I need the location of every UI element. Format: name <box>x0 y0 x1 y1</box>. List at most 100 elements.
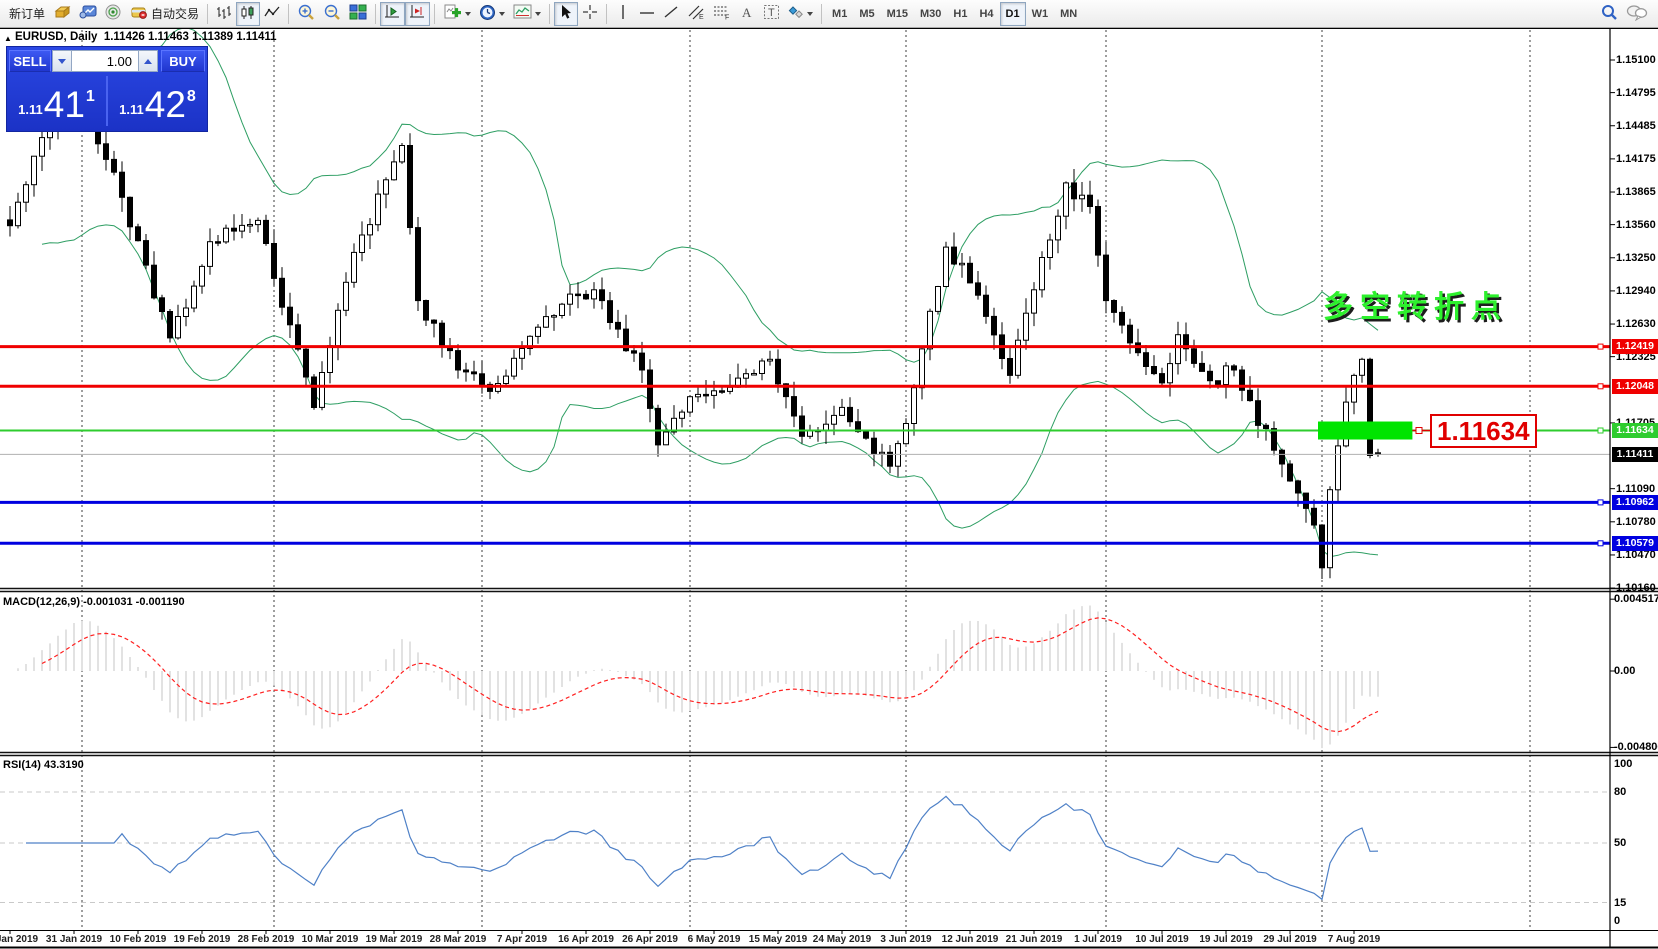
line-chart-icon <box>264 5 280 23</box>
chat-bubbles-icon <box>1626 4 1648 24</box>
templates-button[interactable] <box>509 2 545 26</box>
periods-button[interactable] <box>475 2 509 26</box>
chart-shift-button[interactable] <box>405 2 430 26</box>
text-label-tool-button[interactable]: T <box>759 2 784 26</box>
toolbar-separator <box>606 4 607 24</box>
price-axis-tick: 1.14795 <box>1616 87 1656 99</box>
date-axis-label: 7 Apr 2019 <box>497 934 547 945</box>
market-watch-button[interactable] <box>75 2 101 26</box>
timeframe-m30-button[interactable]: M30 <box>914 2 947 26</box>
bar-chart-icon <box>216 5 232 23</box>
timeframe-h1-button[interactable]: H1 <box>947 2 973 26</box>
volume-decrease-button[interactable] <box>52 50 72 72</box>
horizontal-line-tool-button[interactable] <box>635 2 659 26</box>
price-axis-tick: 1.14175 <box>1616 153 1656 165</box>
buy-price[interactable]: 1.11 42 8 <box>108 74 207 128</box>
triangle-up-icon <box>144 59 152 64</box>
market-watch-icon <box>79 4 97 23</box>
candlestick-chart-icon <box>240 5 256 23</box>
zoom-in-button[interactable] <box>293 2 319 26</box>
bar-chart-type-button[interactable] <box>212 2 236 26</box>
sell-price[interactable]: 1.11 41 1 <box>7 74 106 128</box>
symbol-direction-icon: ▲ <box>4 34 12 43</box>
chart-annotation-text[interactable]: 多空转折点 <box>1323 282 1508 326</box>
chart-canvas[interactable] <box>0 0 1658 949</box>
price-callout-label[interactable]: 1.11634 <box>1430 414 1537 448</box>
date-axis-label: 19 Jul 2019 <box>1199 934 1252 945</box>
zoom-out-icon <box>323 4 341 24</box>
highlight-box[interactable] <box>1318 422 1412 440</box>
tile-windows-button[interactable] <box>345 2 371 26</box>
callout-anchor <box>1416 428 1422 434</box>
candlestick-chart-type-button[interactable] <box>236 2 260 26</box>
timeframe-m1-button[interactable]: M1 <box>826 2 853 26</box>
date-axis-label: 19 Mar 2019 <box>366 934 423 945</box>
timeframe-m5-button[interactable]: M5 <box>853 2 880 26</box>
toolbar-separator <box>207 4 208 24</box>
letter-a-icon: A <box>740 5 754 23</box>
chat-button[interactable] <box>1622 2 1652 26</box>
timeframe-d1-button[interactable]: D1 <box>1000 2 1026 26</box>
sell-button[interactable]: SELL <box>9 50 51 72</box>
buy-price-main: 42 <box>145 88 186 122</box>
fibonacci-icon: F <box>713 4 731 23</box>
fibonacci-tool-button[interactable]: F <box>709 2 735 26</box>
text-tool-button[interactable]: A <box>735 2 759 26</box>
vertical-line-icon <box>618 4 628 23</box>
autotrading-button[interactable]: 自动交易 <box>126 2 203 26</box>
toolbar-separator <box>375 4 376 24</box>
search-button[interactable] <box>1596 2 1622 26</box>
price-badge-1.12048: 1.12048 <box>1612 379 1658 394</box>
gold-bar-icon <box>53 5 71 23</box>
arrows-tool-button[interactable] <box>784 2 817 26</box>
buy-button[interactable]: BUY <box>161 50 205 72</box>
volume-increase-button[interactable] <box>138 50 158 72</box>
vertical-line-tool-button[interactable] <box>611 2 635 26</box>
zoom-in-icon <box>297 4 315 24</box>
zoom-out-button[interactable] <box>319 2 345 26</box>
signals-button[interactable] <box>101 2 126 26</box>
cursor-tool-button[interactable] <box>554 2 578 26</box>
date-axis-label: 24 May 2019 <box>813 934 871 945</box>
autotrading-label: 自动交易 <box>151 5 199 22</box>
sell-price-prefix: 1.11 <box>18 102 43 117</box>
timeframe-mn-button[interactable]: MN <box>1054 2 1083 26</box>
price-badge-1.10579: 1.10579 <box>1612 536 1658 551</box>
chart-title: EURUSD, Daily 1.11426 1.11463 1.11389 1.… <box>15 31 277 43</box>
trendline-icon <box>663 4 679 23</box>
macd-axis-tick: 0.00 <box>1614 665 1635 677</box>
date-axis-label: 16 Apr 2019 <box>558 934 614 945</box>
date-axis-label: 1 Jul 2019 <box>1074 934 1122 945</box>
trendline-tool-button[interactable] <box>659 2 683 26</box>
price-badge-1.11411: 1.11411 <box>1612 447 1658 462</box>
rsi-axis-tick: 100 <box>1614 758 1632 770</box>
volume-input[interactable] <box>72 50 138 72</box>
chart-symbol-period: EURUSD, Daily <box>15 31 97 43</box>
line-chart-type-button[interactable] <box>260 2 284 26</box>
macd-axis-tick: 0.004517 <box>1614 593 1658 605</box>
new-order-button[interactable]: 新订单 <box>2 2 49 26</box>
timeframe-h4-button[interactable]: H4 <box>973 2 999 26</box>
toolbar-separator <box>821 4 822 24</box>
crosshair-tool-button[interactable] <box>578 2 602 26</box>
shapes-icon <box>788 5 804 23</box>
chevron-down-icon <box>535 12 541 16</box>
timeframe-w1-button[interactable]: W1 <box>1026 2 1055 26</box>
toolbar-separator <box>549 4 550 24</box>
sell-price-pip: 1 <box>86 88 95 106</box>
add-indicator-icon <box>443 4 462 24</box>
date-axis-label: 10 Feb 2019 <box>110 934 167 945</box>
timeframe-m15-button[interactable]: M15 <box>881 2 914 26</box>
broadcast-icon <box>105 4 122 23</box>
toolbar-separator <box>434 4 435 24</box>
indicators-button[interactable] <box>439 2 475 26</box>
new-chart-button[interactable] <box>49 2 75 26</box>
date-axis-label: 19 Feb 2019 <box>174 934 231 945</box>
horizontal-line-icon <box>639 7 655 21</box>
channel-tool-button[interactable]: E <box>683 2 709 26</box>
label-t-icon: T <box>763 4 780 23</box>
date-axis-label: 10 Mar 2019 <box>302 934 359 945</box>
auto-scroll-icon <box>384 4 401 23</box>
auto-scroll-button[interactable] <box>380 2 405 26</box>
date-axis-label: 29 Jul 2019 <box>1263 934 1316 945</box>
